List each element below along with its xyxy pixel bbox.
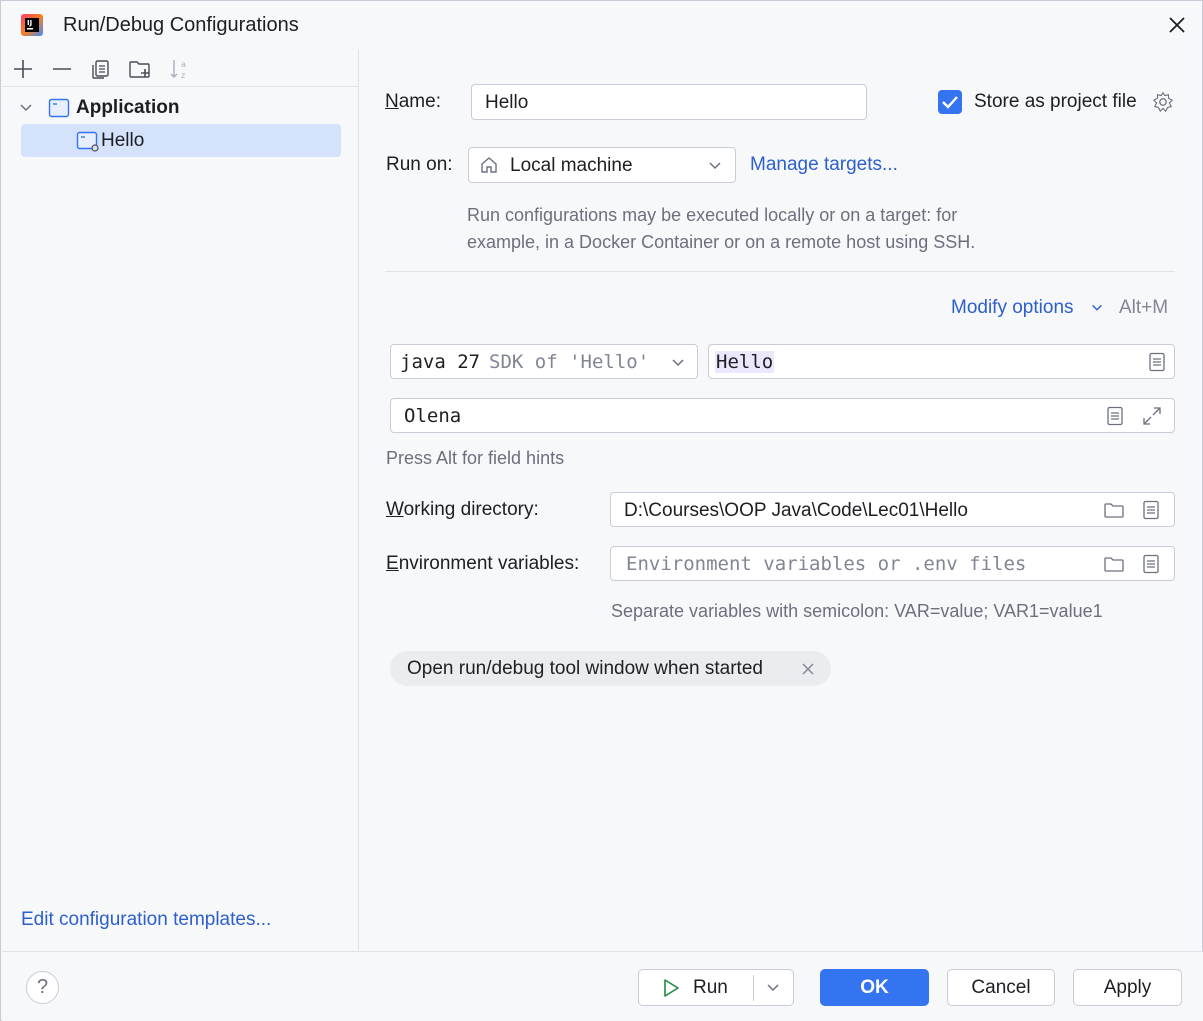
gear-icon[interactable] [1152, 91, 1174, 113]
application-icon [48, 98, 70, 118]
open-tool-window-tag[interactable]: Open run/debug tool window when started [390, 651, 831, 686]
document-icon[interactable] [1140, 499, 1162, 521]
configurations-sidebar: az Application Hello Edit configuration … [2, 49, 359, 951]
chevron-down-icon[interactable] [765, 980, 781, 996]
tree-item-label: Hello [101, 130, 145, 151]
run-on-label: Run on: [386, 154, 453, 175]
apply-button[interactable]: Apply [1073, 969, 1182, 1006]
expand-icon[interactable] [1141, 405, 1163, 427]
manage-targets-link[interactable]: Manage targets... [750, 154, 898, 176]
main-class-value: Hello [715, 351, 775, 373]
chevron-down-icon[interactable] [18, 100, 34, 116]
run-on-value: Local machine [510, 155, 633, 176]
run-on-hint: Run configurations may be executed local… [467, 202, 975, 256]
environment-variables-field[interactable]: Environment variables or .env files [610, 546, 1175, 581]
title-bar: IJ Run/Debug Configurations [1, 1, 1202, 49]
help-button[interactable]: ? [26, 971, 59, 1004]
document-icon[interactable] [1140, 553, 1162, 575]
close-icon[interactable] [1165, 13, 1189, 37]
chevron-down-icon[interactable] [1090, 301, 1104, 315]
hint-line: example, in a Docker Container or on a r… [467, 232, 976, 252]
home-icon [481, 157, 497, 173]
name-label: Name: [385, 91, 441, 112]
main-class-field[interactable]: Hello [708, 344, 1175, 379]
environment-variables-label: Environment variables: [386, 553, 580, 574]
chevron-down-icon [709, 162, 721, 170]
cancel-button[interactable]: Cancel [947, 969, 1055, 1006]
hint-line: Run configurations may be executed local… [467, 205, 958, 225]
edit-templates-link[interactable]: Edit configuration templates... [21, 909, 271, 931]
run-on-dropdown[interactable]: Local machine [468, 147, 736, 183]
store-as-project-checkbox[interactable] [938, 90, 962, 114]
field-hints-text: Press Alt for field hints [386, 448, 565, 468]
folder-icon[interactable] [1103, 499, 1125, 521]
name-field[interactable]: Hello [471, 84, 867, 120]
close-icon[interactable] [801, 662, 815, 676]
chevron-down-icon [672, 359, 684, 367]
sort-alphabetically-icon[interactable]: az [168, 57, 192, 81]
sidebar-toolbar: az [2, 49, 359, 87]
working-directory-value: D:\Courses\OOP Java\Code\Lec01\Hello [624, 500, 968, 521]
environment-variables-hint: Separate variables with semicolon: VAR=v… [611, 601, 1103, 621]
tree-item-application[interactable]: Application [2, 92, 359, 124]
sdk-detail: SDK of 'Hello' [489, 351, 650, 373]
intellij-logo-icon: IJ [21, 14, 43, 36]
environment-variables-placeholder: Environment variables or .env files [626, 553, 1027, 575]
tree-item-hello[interactable]: Hello [21, 124, 341, 157]
program-arguments-field[interactable]: Olena [390, 398, 1175, 433]
plus-icon[interactable] [11, 57, 35, 81]
sdk-java: java 27 [400, 351, 481, 373]
program-arguments-value: Olena [404, 405, 462, 427]
configuration-form: Name: Hello Store as project file Run on… [360, 49, 1202, 951]
tree-item-label: Application [76, 97, 180, 118]
modify-options-link[interactable]: Modify options [951, 297, 1074, 319]
folder-icon[interactable] [1103, 553, 1125, 575]
working-directory-field[interactable]: D:\Courses\OOP Java\Code\Lec01\Hello [610, 492, 1175, 527]
checkmark-icon [942, 96, 958, 109]
svg-text:a: a [181, 60, 186, 69]
new-folder-icon[interactable] [128, 57, 152, 81]
dialog-footer: ? Run OK Cancel Apply [2, 951, 1203, 1021]
svg-text:IJ: IJ [27, 19, 32, 27]
ok-button[interactable]: OK [820, 969, 929, 1006]
working-directory-label: Working directory: [386, 499, 539, 520]
store-as-project-label: Store as project file [974, 91, 1137, 112]
run-debug-dialog: IJ Run/Debug Configurations az Applicati… [0, 0, 1203, 1021]
document-icon[interactable] [1104, 405, 1126, 427]
tag-label: Open run/debug tool window when started [407, 658, 763, 679]
minus-icon[interactable] [50, 57, 74, 81]
modify-options-shortcut: Alt+M [1119, 297, 1169, 318]
run-split-button[interactable]: Run [638, 969, 794, 1006]
divider [385, 271, 1175, 272]
run-button-label: Run [693, 977, 728, 998]
play-icon [664, 979, 679, 997]
run-config-icon [76, 131, 99, 152]
document-icon[interactable] [1146, 351, 1168, 373]
svg-text:z: z [181, 71, 185, 80]
split-divider [753, 975, 754, 1001]
name-value: Hello [485, 92, 529, 113]
sdk-dropdown[interactable]: java 27 SDK of 'Hello' [390, 344, 698, 379]
window-title: Run/Debug Configurations [63, 14, 299, 36]
copy-icon[interactable] [89, 57, 113, 81]
